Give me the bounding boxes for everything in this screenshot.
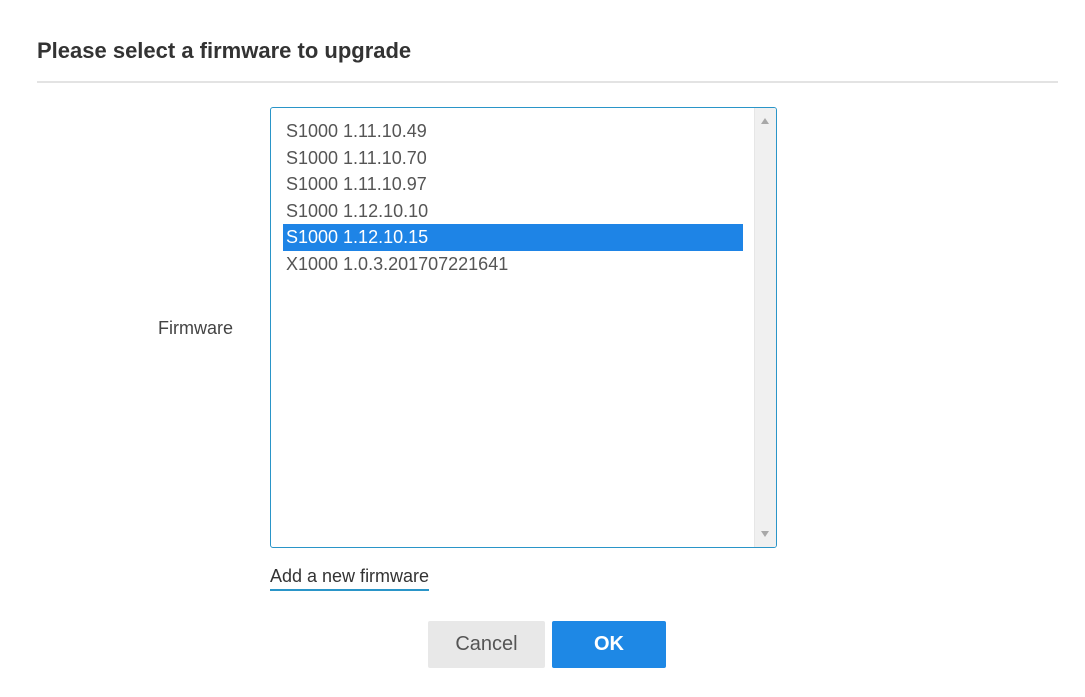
listbox-scrollbar[interactable]	[754, 108, 776, 547]
firmware-option[interactable]: S1000 1.12.10.10	[283, 198, 743, 225]
scroll-up-arrow-icon[interactable]	[761, 118, 769, 124]
firmware-option-selected[interactable]: S1000 1.12.10.15	[283, 224, 743, 251]
firmware-option[interactable]: S1000 1.11.10.97	[283, 171, 743, 198]
ok-button[interactable]: OK	[552, 621, 666, 668]
scroll-down-arrow-icon[interactable]	[761, 531, 769, 537]
cancel-button[interactable]: Cancel	[428, 621, 545, 668]
firmware-option[interactable]: S1000 1.11.10.70	[283, 145, 743, 172]
title-divider	[37, 81, 1058, 83]
firmware-listbox[interactable]: S1000 1.11.10.49 S1000 1.11.10.70 S1000 …	[270, 107, 777, 548]
add-new-firmware-link[interactable]: Add a new firmware	[270, 566, 430, 591]
firmware-option[interactable]: S1000 1.11.10.49	[283, 118, 743, 145]
dialog-title: Please select a firmware to upgrade	[37, 38, 412, 63]
firmware-list: S1000 1.11.10.49 S1000 1.11.10.70 S1000 …	[283, 118, 743, 277]
firmware-label: Firmware	[158, 318, 233, 338]
firmware-option[interactable]: X1000 1.0.3.201707221641	[283, 251, 743, 278]
